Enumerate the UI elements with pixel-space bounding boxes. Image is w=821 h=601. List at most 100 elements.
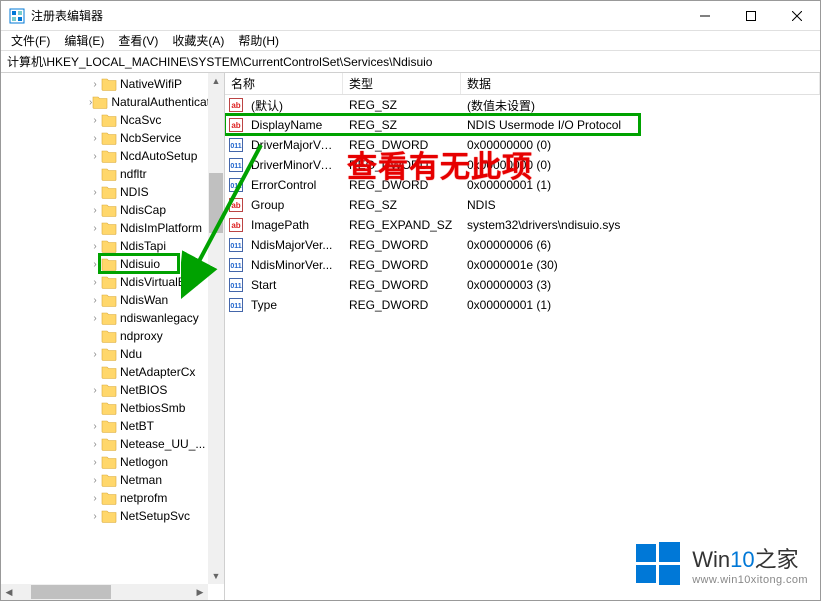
value-type-icon: 011 <box>225 258 245 272</box>
value-row[interactable]: ab(默认)REG_SZ(数值未设置) <box>225 95 820 115</box>
tree-item-ncdautosetup[interactable]: ›NcdAutoSetup <box>3 147 224 165</box>
col-data[interactable]: 数据 <box>461 73 820 94</box>
tree-scrollbar-horizontal[interactable]: ◀ ▶ <box>1 584 208 600</box>
value-type: REG_DWORD <box>343 278 461 292</box>
value-type-icon: 011 <box>225 278 245 292</box>
scroll-left-icon[interactable]: ◀ <box>1 584 17 600</box>
tree-item-label: NetSetupSvc <box>120 509 190 523</box>
values-list[interactable]: ab(默认)REG_SZ(数值未设置)abDisplayNameREG_SZND… <box>225 95 820 600</box>
value-row[interactable]: abDisplayNameREG_SZNDIS Usermode I/O Pro… <box>225 115 820 135</box>
value-name: DisplayName <box>245 118 343 132</box>
scroll-right-icon[interactable]: ▶ <box>192 584 208 600</box>
value-type-icon: ab <box>225 198 245 212</box>
tree-item-ndisvirtualbus[interactable]: ›NdisVirtualBus <box>3 273 224 291</box>
menu-edit[interactable]: 编辑(E) <box>58 30 110 51</box>
value-row[interactable]: 011ErrorControlREG_DWORD0x00000001 (1) <box>225 175 820 195</box>
tree-item-ndisimplatform[interactable]: ›NdisImPlatform <box>3 219 224 237</box>
tree-item-ndiscap[interactable]: ›NdisCap <box>3 201 224 219</box>
value-name: Start <box>245 278 343 292</box>
tree-item-label: NdisWan <box>120 293 168 307</box>
col-name[interactable]: 名称 <box>225 73 343 94</box>
value-name: Group <box>245 198 343 212</box>
tree-item-ndproxy[interactable]: ndproxy <box>3 327 224 345</box>
expander-icon[interactable]: › <box>89 259 101 270</box>
maximize-button[interactable] <box>728 1 774 31</box>
expander-icon[interactable]: › <box>89 79 101 90</box>
tree-item-ndiswanlegacy[interactable]: ›ndiswanlegacy <box>3 309 224 327</box>
expander-icon[interactable]: › <box>89 511 101 522</box>
tree-item-naturalauthentication[interactable]: ›NaturalAuthentication <box>3 93 224 111</box>
tree-item-label: Ndu <box>120 347 142 361</box>
tree-item-label: ndfltr <box>120 167 147 181</box>
tree-item-ncasvc[interactable]: ›NcaSvc <box>3 111 224 129</box>
tree-item-netsetupsvc[interactable]: › NetSetupSvc <box>3 507 224 525</box>
expander-icon[interactable]: › <box>89 385 101 396</box>
tree-scrollbar-vertical[interactable]: ▲ ▼ <box>208 73 224 584</box>
scroll-thumb[interactable] <box>31 585 111 599</box>
expander-icon[interactable]: › <box>89 115 101 126</box>
tree-item-nativewifip[interactable]: ›NativeWifiP <box>3 75 224 93</box>
menu-file[interactable]: 文件(F) <box>5 30 56 51</box>
menu-favorites[interactable]: 收藏夹(A) <box>166 30 230 51</box>
tree-item-netprofm[interactable]: ›netprofm <box>3 489 224 507</box>
col-type[interactable]: 类型 <box>343 73 461 94</box>
expander-icon[interactable]: › <box>89 223 101 234</box>
value-type: REG_DWORD <box>343 178 461 192</box>
tree-item-ndiswan[interactable]: › NdisWan <box>3 291 224 309</box>
svg-text:011: 011 <box>230 263 241 270</box>
expander-icon[interactable]: › <box>89 475 101 486</box>
tree-item-netbiossmb[interactable]: NetbiosSmb <box>3 399 224 417</box>
tree-item-netease-uu-[interactable]: ›Netease_UU_... <box>3 435 224 453</box>
value-type: REG_EXPAND_SZ <box>343 218 461 232</box>
value-data: 0x0000001e (30) <box>461 258 820 272</box>
expander-icon[interactable]: › <box>89 457 101 468</box>
tree-item-ndfltr[interactable]: ndfltr <box>3 165 224 183</box>
expander-icon[interactable]: › <box>89 151 101 162</box>
value-row[interactable]: 011StartREG_DWORD0x00000003 (3) <box>225 275 820 295</box>
value-row[interactable]: 011DriverMinorVe...REG_DWORD0x00000000 (… <box>225 155 820 175</box>
expander-icon[interactable]: › <box>89 277 101 288</box>
tree-item-ndisuio[interactable]: ›Ndisuio <box>3 255 224 273</box>
minimize-button[interactable] <box>682 1 728 31</box>
value-row[interactable]: 011NdisMajorVer...REG_DWORD0x00000006 (6… <box>225 235 820 255</box>
menu-help[interactable]: 帮助(H) <box>232 30 285 51</box>
value-row[interactable]: abGroupREG_SZNDIS <box>225 195 820 215</box>
expander-icon[interactable]: › <box>89 313 101 324</box>
tree-item-netlogon[interactable]: ›Netlogon <box>3 453 224 471</box>
menubar: 文件(F) 编辑(E) 查看(V) 收藏夹(A) 帮助(H) <box>1 31 820 51</box>
scroll-thumb[interactable] <box>209 173 223 233</box>
tree-item-netbios[interactable]: ›NetBIOS <box>3 381 224 399</box>
tree-item-ncbservice[interactable]: ›NcbService <box>3 129 224 147</box>
value-name: DriverMajorVe... <box>245 138 343 152</box>
tree-item-netbt[interactable]: ›NetBT <box>3 417 224 435</box>
menu-view[interactable]: 查看(V) <box>112 30 164 51</box>
value-row[interactable]: 011TypeREG_DWORD0x00000001 (1) <box>225 295 820 315</box>
expander-icon[interactable]: › <box>89 295 101 306</box>
value-row[interactable]: 011DriverMajorVe...REG_DWORD0x00000000 (… <box>225 135 820 155</box>
address-input[interactable] <box>7 55 814 69</box>
value-type: REG_DWORD <box>343 138 461 152</box>
value-data: NDIS Usermode I/O Protocol <box>461 118 820 132</box>
svg-text:011: 011 <box>230 143 241 150</box>
tree-item-ndu[interactable]: › Ndu <box>3 345 224 363</box>
tree-item-ndistapi[interactable]: ›NdisTapi <box>3 237 224 255</box>
expander-icon[interactable]: › <box>89 493 101 504</box>
expander-icon[interactable]: › <box>89 205 101 216</box>
expander-icon[interactable]: › <box>89 133 101 144</box>
value-row[interactable]: 011NdisMinorVer...REG_DWORD0x0000001e (3… <box>225 255 820 275</box>
expander-icon[interactable]: › <box>89 349 101 360</box>
tree-item-netman[interactable]: ›Netman <box>3 471 224 489</box>
expander-icon[interactable]: › <box>89 187 101 198</box>
close-button[interactable] <box>774 1 820 31</box>
value-row[interactable]: abImagePathREG_EXPAND_SZsystem32\drivers… <box>225 215 820 235</box>
registry-tree[interactable]: ›NativeWifiP›NaturalAuthentication›NcaSv… <box>1 73 224 527</box>
scroll-down-icon[interactable]: ▼ <box>208 568 224 584</box>
tree-item-ndis[interactable]: ›NDIS <box>3 183 224 201</box>
tree-item-netadaptercx[interactable]: NetAdapterCx <box>3 363 224 381</box>
expander-icon[interactable]: › <box>89 241 101 252</box>
value-type-icon: 011 <box>225 238 245 252</box>
expander-icon[interactable]: › <box>89 439 101 450</box>
scroll-up-icon[interactable]: ▲ <box>208 73 224 89</box>
expander-icon[interactable]: › <box>89 421 101 432</box>
value-type-icon: ab <box>225 218 245 232</box>
